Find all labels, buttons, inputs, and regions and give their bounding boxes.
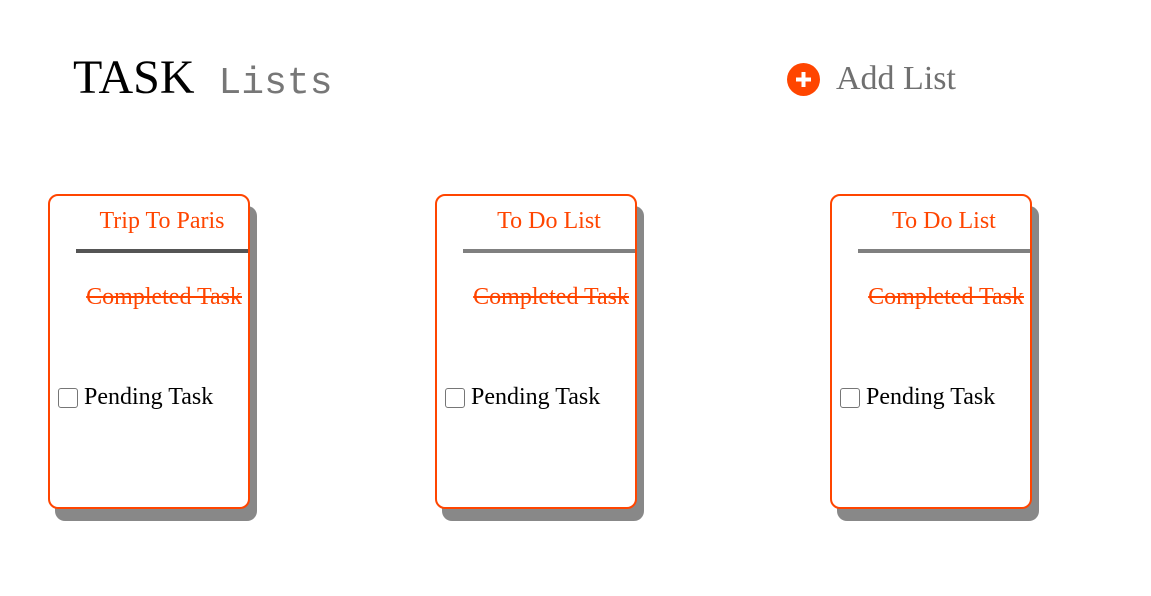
list-card-to-do-list: To Do List Completed Task Pending Task xyxy=(435,194,637,509)
add-list-button[interactable]: Add List xyxy=(787,60,956,98)
page-title-main: TASK xyxy=(73,51,195,104)
task-checkbox[interactable] xyxy=(840,387,860,408)
list-title-divider xyxy=(858,249,1030,253)
list-title[interactable]: To Do List xyxy=(858,208,1030,235)
page-title: TASK Lists xyxy=(73,50,333,105)
list-title-divider xyxy=(463,249,635,253)
completed-task[interactable]: Completed Task xyxy=(473,284,629,311)
page-title-sub: Lists xyxy=(218,62,333,105)
completed-task[interactable]: Completed Task xyxy=(868,284,1024,311)
pending-task-label: Pending Task xyxy=(471,384,601,410)
pending-task-label: Pending Task xyxy=(866,384,996,410)
pending-task[interactable]: Pending Task xyxy=(445,384,600,411)
task-checkbox[interactable] xyxy=(58,387,78,408)
list-title[interactable]: Trip To Paris xyxy=(76,208,248,235)
completed-task[interactable]: Completed Task xyxy=(86,284,242,311)
add-list-label[interactable]: Add List xyxy=(836,60,956,98)
plus-circle-icon[interactable] xyxy=(787,62,820,96)
task-checkbox[interactable] xyxy=(445,387,465,408)
pending-task[interactable]: Pending Task xyxy=(840,384,995,411)
list-title[interactable]: To Do List xyxy=(463,208,635,235)
list-card-trip-to-paris: Trip To Paris Completed Task Pending Tas… xyxy=(48,194,250,509)
pending-task[interactable]: Pending Task xyxy=(58,384,213,411)
list-title-divider xyxy=(76,249,248,253)
list-card-to-do-list-2: To Do List Completed Task Pending Task xyxy=(830,194,1032,509)
pending-task-label: Pending Task xyxy=(84,384,214,410)
